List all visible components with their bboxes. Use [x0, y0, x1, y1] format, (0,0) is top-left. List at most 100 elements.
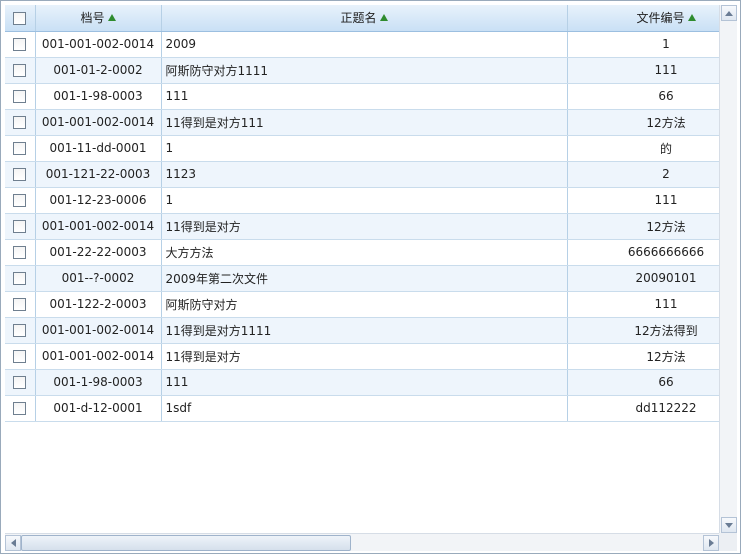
row-checkbox[interactable]: [13, 246, 27, 259]
scroll-left-button[interactable]: [5, 535, 21, 551]
select-all-header[interactable]: [5, 5, 36, 32]
scroll-right-button[interactable]: [703, 535, 719, 551]
cell-title[interactable]: 1: [161, 135, 568, 162]
row-checkbox[interactable]: [13, 168, 27, 181]
row-checkbox[interactable]: [13, 142, 27, 155]
table-row[interactable]: 001-1-98-0003 111 66: [5, 83, 719, 110]
cell-file[interactable]: 66: [567, 83, 719, 110]
row-select-cell[interactable]: [5, 291, 36, 318]
cell-code[interactable]: 001-1-98-0003: [35, 83, 162, 110]
cell-file[interactable]: 12方法得到: [567, 317, 719, 344]
cell-title[interactable]: 11得到是对方111: [161, 109, 568, 136]
cell-file[interactable]: 66: [567, 369, 719, 396]
row-checkbox[interactable]: [13, 272, 27, 285]
row-checkbox[interactable]: [13, 324, 27, 337]
cell-code[interactable]: 001-1-98-0003: [35, 369, 162, 396]
row-select-cell[interactable]: [5, 265, 36, 292]
row-select-cell[interactable]: [5, 83, 36, 110]
cell-file[interactable]: 111: [567, 291, 719, 318]
sort-asc-icon[interactable]: [379, 14, 388, 22]
cell-code[interactable]: 001-001-002-0014: [35, 317, 162, 344]
cell-file[interactable]: 6666666666: [567, 239, 719, 266]
cell-file[interactable]: 20090101: [567, 265, 719, 292]
table-row[interactable]: 001-001-002-0014 11得到是对方 12方法: [5, 343, 719, 370]
row-checkbox[interactable]: [13, 38, 27, 51]
table-row[interactable]: 001--?-0002 2009年第二次文件 20090101: [5, 265, 719, 292]
cell-code[interactable]: 001-12-23-0006: [35, 187, 162, 214]
cell-title[interactable]: 阿斯防守对方1111: [161, 57, 568, 84]
row-checkbox[interactable]: [13, 90, 27, 103]
table-row[interactable]: 001-01-2-0002 阿斯防守对方1111 111: [5, 57, 719, 84]
cell-title[interactable]: 11得到是对方1111: [161, 317, 568, 344]
row-select-cell[interactable]: [5, 369, 36, 396]
horizontal-scroll-thumb[interactable]: [21, 535, 351, 551]
header-code[interactable]: 档号: [35, 5, 162, 32]
cell-code[interactable]: 001-d-12-0001: [35, 395, 162, 422]
row-checkbox[interactable]: [13, 376, 27, 389]
row-checkbox[interactable]: [13, 116, 27, 129]
horizontal-scrollbar[interactable]: [5, 533, 719, 551]
cell-title[interactable]: 阿斯防守对方: [161, 291, 568, 318]
sort-asc-icon[interactable]: [687, 14, 696, 22]
cell-code[interactable]: 001-01-2-0002: [35, 57, 162, 84]
select-all-checkbox[interactable]: [13, 11, 27, 25]
cell-code[interactable]: 001-22-22-0003: [35, 239, 162, 266]
cell-title[interactable]: 2009年第二次文件: [161, 265, 568, 292]
row-select-cell[interactable]: [5, 239, 36, 266]
table-row[interactable]: 001-001-002-0014 2009 1: [5, 31, 719, 58]
cell-file[interactable]: 12方法: [567, 213, 719, 240]
row-select-cell[interactable]: [5, 317, 36, 344]
sort-asc-icon[interactable]: [107, 14, 116, 22]
row-select-cell[interactable]: [5, 135, 36, 162]
table-row[interactable]: 001-12-23-0006 1 111: [5, 187, 719, 214]
row-checkbox[interactable]: [13, 298, 27, 311]
header-file[interactable]: 文件编号: [567, 5, 719, 32]
table-row[interactable]: 001-d-12-0001 1sdf dd112222: [5, 395, 719, 422]
row-checkbox[interactable]: [13, 220, 27, 233]
row-select-cell[interactable]: [5, 343, 36, 370]
cell-file[interactable]: 111: [567, 187, 719, 214]
cell-code[interactable]: 001-001-002-0014: [35, 343, 162, 370]
cell-code[interactable]: 001--?-0002: [35, 265, 162, 292]
cell-title[interactable]: 2009: [161, 31, 568, 58]
cell-title[interactable]: 1123: [161, 161, 568, 188]
table-row[interactable]: 001-121-22-0003 1123 2: [5, 161, 719, 188]
cell-title[interactable]: 111: [161, 369, 568, 396]
row-select-cell[interactable]: [5, 57, 36, 84]
cell-title[interactable]: 11得到是对方: [161, 343, 568, 370]
cell-code[interactable]: 001-001-002-0014: [35, 213, 162, 240]
scroll-down-button[interactable]: [721, 517, 737, 533]
cell-file[interactable]: 2: [567, 161, 719, 188]
scroll-up-button[interactable]: [721, 5, 737, 21]
cell-code[interactable]: 001-121-22-0003: [35, 161, 162, 188]
row-checkbox[interactable]: [13, 64, 27, 77]
cell-file[interactable]: 12方法: [567, 343, 719, 370]
cell-title[interactable]: 111: [161, 83, 568, 110]
row-select-cell[interactable]: [5, 187, 36, 214]
cell-file[interactable]: 的: [567, 135, 719, 162]
vertical-scrollbar[interactable]: [719, 5, 737, 533]
row-select-cell[interactable]: [5, 161, 36, 188]
row-select-cell[interactable]: [5, 109, 36, 136]
table-row[interactable]: 001-001-002-0014 11得到是对方1111 12方法得到: [5, 317, 719, 344]
cell-title[interactable]: 大方方法: [161, 239, 568, 266]
row-select-cell[interactable]: [5, 395, 36, 422]
table-row[interactable]: 001-001-002-0014 11得到是对方 12方法: [5, 213, 719, 240]
cell-code[interactable]: 001-001-002-0014: [35, 109, 162, 136]
row-select-cell[interactable]: [5, 31, 36, 58]
cell-file[interactable]: dd112222: [567, 395, 719, 422]
table-row[interactable]: 001-11-dd-0001 1 的: [5, 135, 719, 162]
row-checkbox[interactable]: [13, 194, 27, 207]
cell-file[interactable]: 1: [567, 31, 719, 58]
cell-title[interactable]: 11得到是对方: [161, 213, 568, 240]
row-checkbox[interactable]: [13, 402, 27, 415]
cell-code[interactable]: 001-001-002-0014: [35, 31, 162, 58]
table-row[interactable]: 001-122-2-0003 阿斯防守对方 111: [5, 291, 719, 318]
table-row[interactable]: 001-001-002-0014 11得到是对方111 12方法: [5, 109, 719, 136]
cell-file[interactable]: 12方法: [567, 109, 719, 136]
header-title[interactable]: 正题名: [161, 5, 568, 32]
row-select-cell[interactable]: [5, 213, 36, 240]
table-row[interactable]: 001-1-98-0003 111 66: [5, 369, 719, 396]
cell-code[interactable]: 001-122-2-0003: [35, 291, 162, 318]
table-row[interactable]: 001-22-22-0003 大方方法 6666666666: [5, 239, 719, 266]
